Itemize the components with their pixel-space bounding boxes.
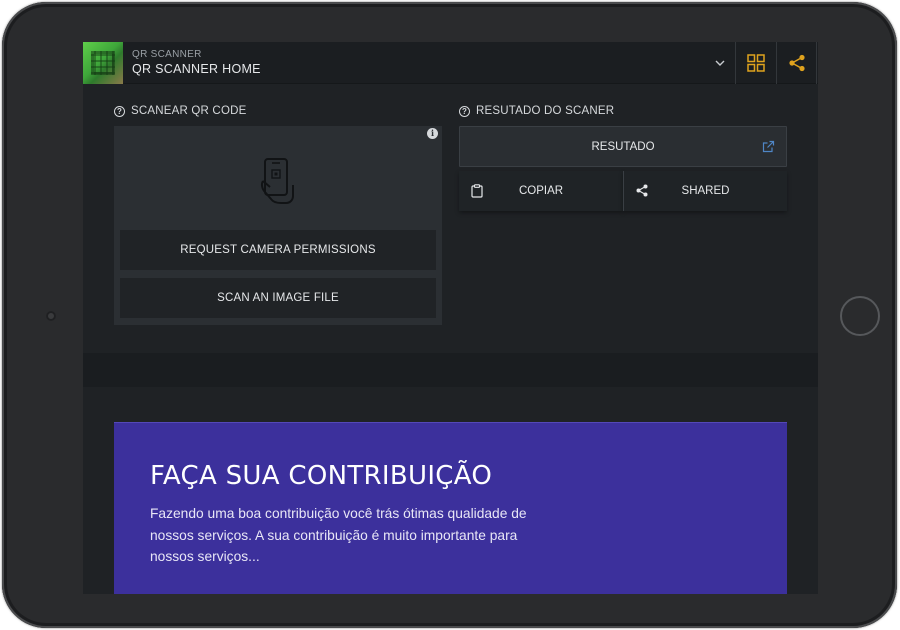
app-title: QR SCANNER HOME — [132, 62, 261, 76]
phone-scan-icon — [260, 158, 294, 204]
external-link-icon[interactable] — [762, 140, 775, 153]
help-icon: ? — [114, 105, 125, 117]
request-camera-button[interactable]: REQUEST CAMERA PERMISSIONS — [120, 230, 436, 270]
shared-button[interactable]: SHARED — [623, 171, 787, 211]
chevron-down-icon[interactable] — [711, 55, 729, 71]
copy-button[interactable]: COPIAR — [459, 171, 623, 211]
app-logo — [83, 42, 123, 84]
info-icon[interactable]: i — [427, 128, 438, 139]
share-icon — [636, 184, 648, 197]
scan-image-file-button[interactable]: SCAN AN IMAGE FILE — [120, 278, 436, 318]
shared-label: SHARED — [681, 185, 730, 197]
clipboard-icon — [471, 184, 483, 198]
scanner-section-title: ? SCANEAR QR CODE — [114, 105, 246, 117]
share-icon — [788, 54, 805, 72]
front-camera — [46, 311, 56, 321]
app-screen: QR SCANNER QR SCANNER HOME ? SCANEAR QR … — [83, 42, 818, 594]
result-section-title: ? RESUTADO DO SCANER — [459, 105, 614, 117]
grid-icon — [747, 54, 765, 72]
grid-button[interactable] — [735, 42, 776, 84]
result-field[interactable]: RESUTADO — [459, 126, 787, 167]
tablet-frame: QR SCANNER QR SCANNER HOME ? SCANEAR QR … — [2, 2, 897, 628]
scanner-panel: i REQUEST CAMERA PERMISSIONS SCAN AN IMA… — [114, 126, 442, 325]
contribution-text: Fazendo uma boa contribuição você trás ó… — [150, 506, 527, 564]
app-header: QR SCANNER QR SCANNER HOME — [83, 42, 818, 84]
contribution-banner: FAÇA SUA CONTRIBUIÇÃO Fazendo uma boa co… — [114, 422, 787, 594]
share-button[interactable] — [776, 42, 817, 84]
copy-label: COPIAR — [518, 185, 564, 197]
help-icon: ? — [459, 105, 470, 117]
divider-band — [83, 353, 818, 387]
home-button[interactable] — [840, 296, 880, 336]
contribution-title: FAÇA SUA CONTRIBUIÇÃO — [150, 461, 493, 491]
result-label: RESUTADO — [591, 140, 655, 153]
app-subtitle: QR SCANNER — [132, 49, 202, 60]
